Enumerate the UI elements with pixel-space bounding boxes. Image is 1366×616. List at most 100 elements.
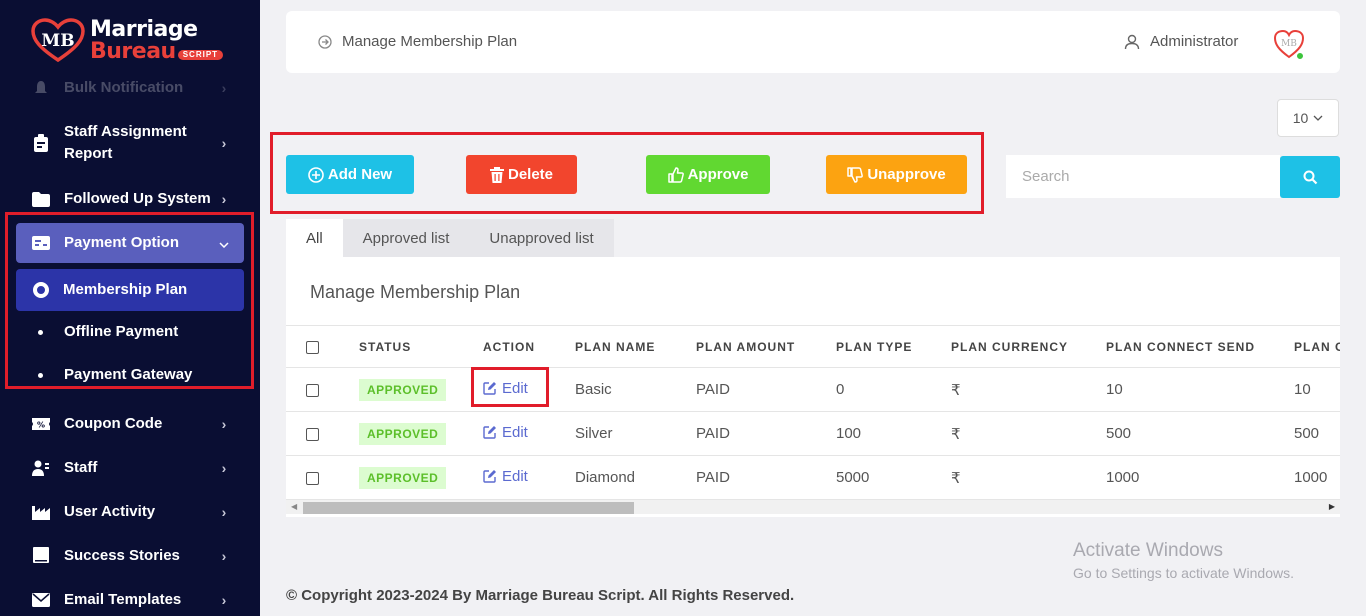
- plan-connect-send: 1000: [1106, 455, 1294, 500]
- sidebar-item-success-stories[interactable]: Success Stories ›: [16, 545, 244, 567]
- chevron-right-icon: ›: [221, 548, 227, 564]
- chevron-right-icon: ›: [221, 191, 227, 207]
- horizontal-scrollbar[interactable]: ◀ ▶: [286, 500, 1340, 514]
- scroll-right-arrow-icon[interactable]: ▶: [1329, 502, 1335, 511]
- column-plan-connect-send[interactable]: PLAN CONNECT SEND: [1106, 325, 1294, 368]
- table-row: APPROVED Edit Silver PAID 100 ₹ 500 500: [286, 411, 1340, 456]
- toolbar-highlight: [270, 132, 984, 214]
- plan-currency: ₹: [951, 411, 1106, 456]
- chevron-right-icon: ›: [221, 592, 227, 608]
- plan-type: 100: [836, 411, 951, 456]
- status-badge: APPROVED: [359, 378, 447, 401]
- sidebar-item-followed-up-system[interactable]: Followed Up System ›: [16, 187, 244, 211]
- row-checkbox[interactable]: [306, 471, 319, 485]
- folder-icon: [32, 190, 50, 208]
- plan-amount: PAID: [696, 411, 836, 456]
- chevron-right-icon: ›: [221, 80, 227, 96]
- chevron-right-icon: ›: [221, 135, 227, 151]
- plan-name: Silver: [575, 411, 696, 456]
- brand-logo[interactable]: MB Marriage Bureau SCRIPT: [30, 17, 224, 64]
- plan-type: 0: [836, 367, 951, 412]
- chevron-right-icon: ›: [221, 416, 227, 432]
- page-title: Manage Membership Plan: [342, 33, 518, 50]
- edit-link[interactable]: Edit: [483, 424, 528, 441]
- logo-line-bureau: Bureau: [90, 39, 176, 64]
- scroll-left-arrow-icon[interactable]: ◀: [291, 502, 297, 511]
- edit-icon: [483, 426, 496, 439]
- svg-text:MB: MB: [41, 31, 74, 51]
- table-row: APPROVED Edit Diamond PAID 5000 ₹ 1000 1…: [286, 455, 1340, 500]
- plan-currency: ₹: [951, 367, 1106, 412]
- sidebar-item-bulk-notification[interactable]: Bulk Notification ›: [16, 77, 244, 99]
- column-plan-c[interactable]: PLAN C: [1294, 325, 1340, 368]
- header-breadcrumb: Manage Membership Plan: [318, 33, 517, 50]
- edit-highlight: [471, 367, 549, 407]
- user-name: Administrator: [1150, 33, 1239, 50]
- factory-icon: [32, 503, 50, 521]
- search-icon: [1303, 170, 1317, 184]
- footer-copyright: © Copyright 2023-2024 By Marriage Bureau…: [286, 587, 795, 604]
- sidebar-item-user-activity[interactable]: User Activity ›: [16, 501, 244, 523]
- online-status-dot: [1296, 52, 1304, 60]
- column-plan-name[interactable]: PLAN NAME: [575, 325, 696, 368]
- membership-plan-table: STATUS ACTION PLAN NAME PLAN AMOUNT PLAN…: [286, 325, 1340, 500]
- logo-script-tag: SCRIPT: [177, 50, 224, 60]
- svg-text:MB: MB: [1281, 39, 1297, 49]
- column-status[interactable]: STATUS: [359, 325, 483, 368]
- chevron-down-icon: [1313, 115, 1323, 121]
- heart-logo-icon: MB: [30, 18, 86, 64]
- row-checkbox[interactable]: [306, 383, 319, 397]
- edit-icon: [483, 470, 496, 483]
- membership-plan-card: Manage Membership Plan STATUS ACTION PLA…: [286, 257, 1340, 517]
- row-checkbox[interactable]: [306, 427, 319, 441]
- plan-c: 500: [1294, 411, 1340, 456]
- book-icon: [32, 547, 50, 565]
- list-tabs: All Approved list Unapproved list: [286, 219, 614, 257]
- sidebar-item-coupon-code[interactable]: % Coupon Code ›: [16, 413, 244, 435]
- clipboard-icon: [32, 134, 50, 152]
- select-all-checkbox[interactable]: [306, 340, 319, 354]
- windows-activation-watermark: Activate Windows Go to Settings to activ…: [1073, 540, 1294, 581]
- svg-text:%: %: [37, 421, 45, 430]
- edit-link[interactable]: Edit: [483, 468, 528, 485]
- column-plan-currency[interactable]: PLAN CURRENCY: [951, 325, 1106, 368]
- card-title: Manage Membership Plan: [310, 282, 521, 302]
- status-badge: APPROVED: [359, 466, 447, 489]
- plan-currency: ₹: [951, 455, 1106, 500]
- column-action: ACTION: [483, 325, 575, 368]
- plan-connect-send: 10: [1106, 367, 1294, 412]
- tab-unapproved-list[interactable]: Unapproved list: [469, 219, 614, 257]
- chevron-right-icon: ›: [221, 460, 227, 476]
- search-input[interactable]: [1006, 155, 1280, 198]
- table-row: APPROVED Edit Basic PAID 0 ₹ 10 10: [286, 367, 1340, 412]
- tab-all[interactable]: All: [286, 219, 343, 257]
- user-menu[interactable]: Administrator: [1124, 33, 1238, 50]
- scrollbar-thumb[interactable]: [303, 502, 634, 514]
- envelope-icon: [32, 591, 50, 609]
- top-header: Manage Membership Plan Administrator MB: [286, 11, 1340, 73]
- user-icon: [1124, 34, 1140, 49]
- plan-name: Diamond: [575, 455, 696, 500]
- page-size-select[interactable]: 10: [1277, 99, 1339, 137]
- status-badge: APPROVED: [359, 422, 447, 445]
- sidebar-item-staff-assignment-report[interactable]: Staff Assignment Report ›: [16, 121, 244, 165]
- search-button[interactable]: [1280, 156, 1340, 198]
- logo-line-marriage: Marriage: [90, 17, 198, 42]
- plan-c: 1000: [1294, 455, 1340, 500]
- plan-c: 10: [1294, 367, 1340, 412]
- sidebar-item-email-templates[interactable]: Email Templates ›: [16, 589, 244, 611]
- plan-amount: PAID: [696, 455, 836, 500]
- chevron-right-icon: ›: [221, 504, 227, 520]
- plan-connect-send: 500: [1106, 411, 1294, 456]
- staff-icon: [32, 459, 50, 477]
- plan-type: 5000: [836, 455, 951, 500]
- column-plan-type[interactable]: PLAN TYPE: [836, 325, 951, 368]
- payment-option-highlight: [5, 212, 254, 389]
- avatar[interactable]: MB: [1272, 27, 1306, 61]
- plan-name: Basic: [575, 367, 696, 412]
- arrow-circle-icon: [318, 34, 332, 49]
- tab-approved-list[interactable]: Approved list: [342, 219, 470, 257]
- column-plan-amount[interactable]: PLAN AMOUNT: [696, 325, 836, 368]
- table-header-row: STATUS ACTION PLAN NAME PLAN AMOUNT PLAN…: [286, 325, 1340, 368]
- sidebar-item-staff[interactable]: Staff ›: [16, 457, 244, 479]
